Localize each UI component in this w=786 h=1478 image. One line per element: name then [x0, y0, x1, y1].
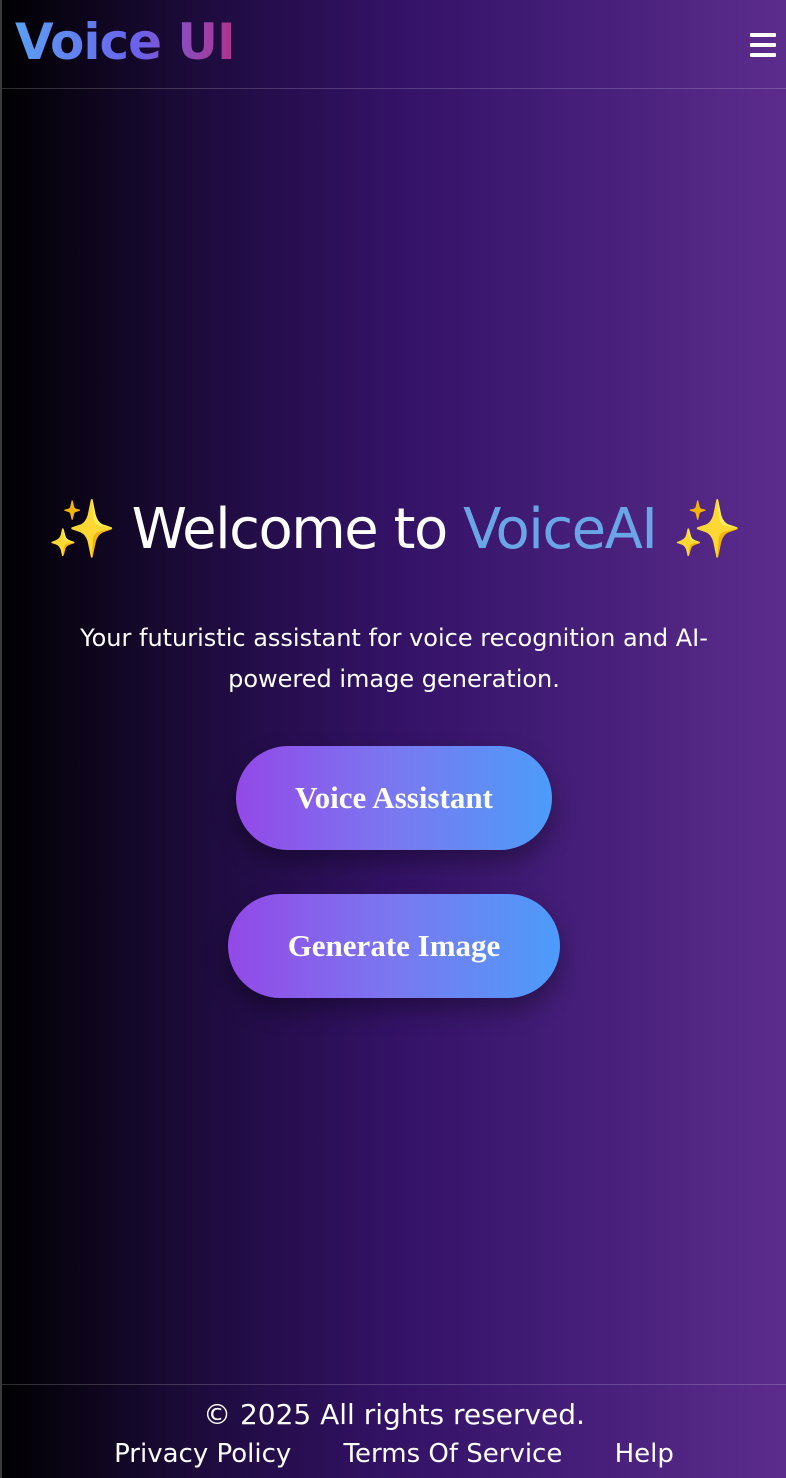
menu-bar-line — [750, 43, 776, 47]
hero-section: ✨ Welcome to VoiceAI ✨ Your futuristic a… — [2, 490, 786, 998]
privacy-policy-link[interactable]: Privacy Policy — [114, 1439, 291, 1469]
app-root: Voice UI ✨ Welcome to VoiceAI ✨ Your fut… — [0, 0, 786, 1478]
voice-assistant-button[interactable]: Voice Assistant — [236, 746, 552, 850]
terms-of-service-link[interactable]: Terms Of Service — [344, 1439, 563, 1469]
navbar: Voice UI — [2, 0, 786, 89]
hamburger-menu-icon[interactable] — [750, 33, 776, 57]
logo[interactable]: Voice UI — [15, 12, 236, 72]
footer-links: Privacy Policy Terms Of Service Help — [2, 1437, 786, 1471]
footer: © 2025 All rights reserved. Privacy Poli… — [2, 1384, 786, 1478]
menu-bar-line — [750, 53, 776, 57]
sparkle-icon: ✨ — [47, 497, 117, 562]
generate-image-button[interactable]: Generate Image — [228, 894, 560, 998]
tagline: Your futuristic assistant for voice reco… — [80, 624, 708, 693]
help-link[interactable]: Help — [615, 1439, 674, 1469]
headline-brand: VoiceAI — [463, 497, 658, 562]
page-title: ✨ Welcome to VoiceAI ✨ — [2, 490, 786, 570]
headline-prefix: Welcome to — [131, 497, 464, 562]
copyright-text: © 2025 All rights reserved. — [203, 1398, 585, 1431]
sparkle-icon: ✨ — [672, 497, 743, 562]
menu-bar-line — [750, 33, 776, 37]
